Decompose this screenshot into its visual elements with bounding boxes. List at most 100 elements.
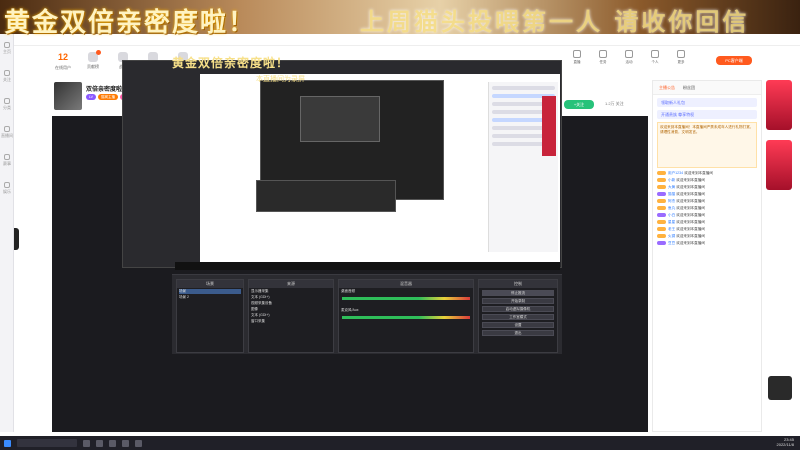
toolbar-event[interactable]: 活动 bbox=[620, 50, 638, 65]
system-clock[interactable]: 23:45 2022/11/8 bbox=[777, 437, 795, 447]
taskbar-search[interactable] bbox=[17, 439, 77, 447]
source-item[interactable]: 显示器采集 bbox=[251, 289, 331, 294]
chat-text: 欢迎来到本直播间 bbox=[676, 234, 705, 238]
obs-mixer-panel: 混音器 桌面音频 麦克风/Aux bbox=[338, 279, 474, 353]
rail-item-category[interactable]: 分类 bbox=[0, 90, 14, 118]
nav-contribution[interactable]: 贡献榜 bbox=[82, 50, 104, 76]
chat-text: 欢迎来到本直播间 bbox=[676, 178, 705, 182]
chat-username[interactable]: 老王 bbox=[668, 227, 675, 231]
chat-username[interactable]: 猫猫 bbox=[668, 192, 675, 196]
start-record-button[interactable]: 开始录制 bbox=[482, 298, 554, 304]
level-badge bbox=[657, 220, 666, 225]
chat-text: 欢迎来到本直播间 bbox=[676, 206, 705, 210]
chat-message: 猫猫 欢迎来到本直播间 bbox=[657, 192, 757, 197]
chat-username[interactable]: 小白 bbox=[668, 213, 675, 217]
event-icon bbox=[625, 50, 633, 58]
rail-label: 赛事 bbox=[3, 160, 11, 166]
app-icon[interactable] bbox=[135, 439, 142, 447]
banner-left-text: 黄金双倍亲密度啦！ bbox=[4, 8, 257, 38]
toolbar-live[interactable]: 直播 bbox=[568, 50, 586, 65]
windows-start-icon[interactable] bbox=[4, 439, 11, 447]
mixer-track-label: 桌面音频 bbox=[341, 289, 355, 293]
pc-client-button[interactable]: PC客户端 bbox=[716, 56, 752, 65]
exit-button[interactable]: 退出 bbox=[482, 330, 554, 336]
chat-message: 老王 欢迎来到本直播间 bbox=[657, 227, 757, 232]
task-view-icon[interactable] bbox=[83, 439, 90, 447]
chat-username[interactable]: 火锅 bbox=[668, 234, 675, 238]
chat-username[interactable]: 星星 bbox=[668, 220, 675, 224]
chat-panel: 主播公告 粉丝团 领取新人礼包 开通贵族 尊享特权 欢迎来到本直播间！本直播间严… bbox=[652, 80, 762, 432]
toolbar-label: 直播 bbox=[573, 60, 581, 64]
panel-header: 来源 bbox=[249, 280, 333, 288]
source-item[interactable]: 窗口采集 bbox=[251, 319, 331, 324]
nav-online[interactable]: 12 在线用户 bbox=[52, 52, 74, 76]
scene-item[interactable]: 场景 bbox=[179, 289, 241, 294]
chat-username[interactable]: 鱼丸 bbox=[668, 206, 675, 210]
rail-item-room[interactable]: 直播间 bbox=[0, 118, 14, 146]
rail-item-fun[interactable]: 娱乐 bbox=[0, 174, 14, 202]
task-icon bbox=[599, 50, 607, 58]
nav-label: 在线用户 bbox=[55, 65, 71, 70]
obs-icon[interactable] bbox=[122, 439, 129, 447]
collapse-handle[interactable] bbox=[14, 228, 19, 250]
avatar[interactable] bbox=[54, 82, 82, 110]
chat-username[interactable]: 用户1234 bbox=[668, 171, 683, 175]
chat-username[interactable]: 阿杰 bbox=[668, 199, 675, 203]
level-badge bbox=[657, 234, 666, 239]
toolbar-more[interactable]: 更多 bbox=[672, 50, 690, 65]
chat-text: 欢迎来到本直播间 bbox=[676, 213, 705, 217]
chat-message: 火锅 欢迎来到本直播间 bbox=[657, 234, 757, 239]
ad-banner[interactable] bbox=[766, 80, 792, 130]
captured-taskbar bbox=[175, 262, 560, 270]
browser-icon[interactable] bbox=[96, 439, 103, 447]
heart-icon bbox=[4, 69, 10, 76]
promo-banner[interactable]: 开通贵族 尊享特权 bbox=[657, 110, 757, 119]
notification-dot bbox=[96, 50, 101, 55]
toolbar-label: 任务 bbox=[599, 60, 607, 64]
nav-label: 贡献榜 bbox=[87, 64, 99, 69]
home-icon bbox=[4, 41, 10, 48]
chat-username[interactable]: 大黄 bbox=[668, 185, 675, 189]
tab-notice[interactable]: 主播公告 bbox=[659, 85, 675, 91]
follower-stats: 1.2万 关注 bbox=[605, 101, 624, 106]
chat-username[interactable]: 小新 bbox=[668, 178, 675, 182]
rail-item-match[interactable]: 赛事 bbox=[0, 146, 14, 174]
virtual-cam-button[interactable]: 启动虚拟摄像机 bbox=[482, 306, 554, 312]
chat-text: 欢迎来到本直播间 bbox=[684, 171, 713, 175]
settings-button[interactable]: 设置 bbox=[482, 322, 554, 328]
folder-icon[interactable] bbox=[109, 439, 116, 447]
mixer-track-label: 麦克风/Aux bbox=[341, 308, 359, 312]
studio-mode-button[interactable]: 工作室模式 bbox=[482, 314, 554, 320]
follow-button[interactable]: +关注 bbox=[564, 100, 594, 109]
banner-right-text: 上周猫头投喂第一人 请收你回信 bbox=[360, 7, 750, 36]
grid-icon bbox=[4, 97, 10, 104]
captured-ad bbox=[542, 96, 556, 156]
live-icon bbox=[573, 50, 581, 58]
obs-dock: 场景 场景 场景 2 来源 显示器采集 文本 (GDI+) 视频采集设备 图像 … bbox=[172, 274, 562, 354]
promo-banner[interactable]: 领取新人礼包 bbox=[657, 98, 757, 107]
level-badge bbox=[657, 185, 666, 190]
source-item[interactable]: 文本 (GDI+) bbox=[251, 313, 331, 318]
level-badge bbox=[657, 199, 666, 204]
source-item[interactable]: 视频采集设备 bbox=[251, 301, 331, 306]
ad-banner[interactable] bbox=[766, 140, 792, 190]
captured-obs-mixer bbox=[256, 180, 396, 212]
chat-username[interactable]: 豆豆 bbox=[668, 241, 675, 245]
tag-badge[interactable]: 猫窝主播 bbox=[98, 94, 119, 100]
rail-label: 关注 bbox=[3, 76, 11, 82]
audio-meter bbox=[342, 316, 470, 319]
captured-nested-preview bbox=[300, 96, 380, 142]
toolbar-label: 活动 bbox=[625, 60, 633, 64]
game-ad-icon[interactable] bbox=[768, 376, 792, 400]
scene-item[interactable]: 场景 2 bbox=[179, 295, 241, 300]
level-badge: LV bbox=[86, 94, 97, 100]
source-item[interactable]: 文本 (GDI+) bbox=[251, 295, 331, 300]
rail-item-follow[interactable]: 关注 bbox=[0, 62, 14, 90]
toolbar-person[interactable]: 个人 bbox=[646, 50, 664, 65]
source-item[interactable]: 图像 bbox=[251, 307, 331, 312]
chat-line bbox=[492, 86, 555, 90]
audio-meter bbox=[342, 297, 470, 300]
tab-fans[interactable]: 粉丝团 bbox=[683, 85, 695, 91]
stop-stream-button[interactable]: 停止推流 bbox=[482, 290, 554, 296]
toolbar-task[interactable]: 任务 bbox=[594, 50, 612, 65]
